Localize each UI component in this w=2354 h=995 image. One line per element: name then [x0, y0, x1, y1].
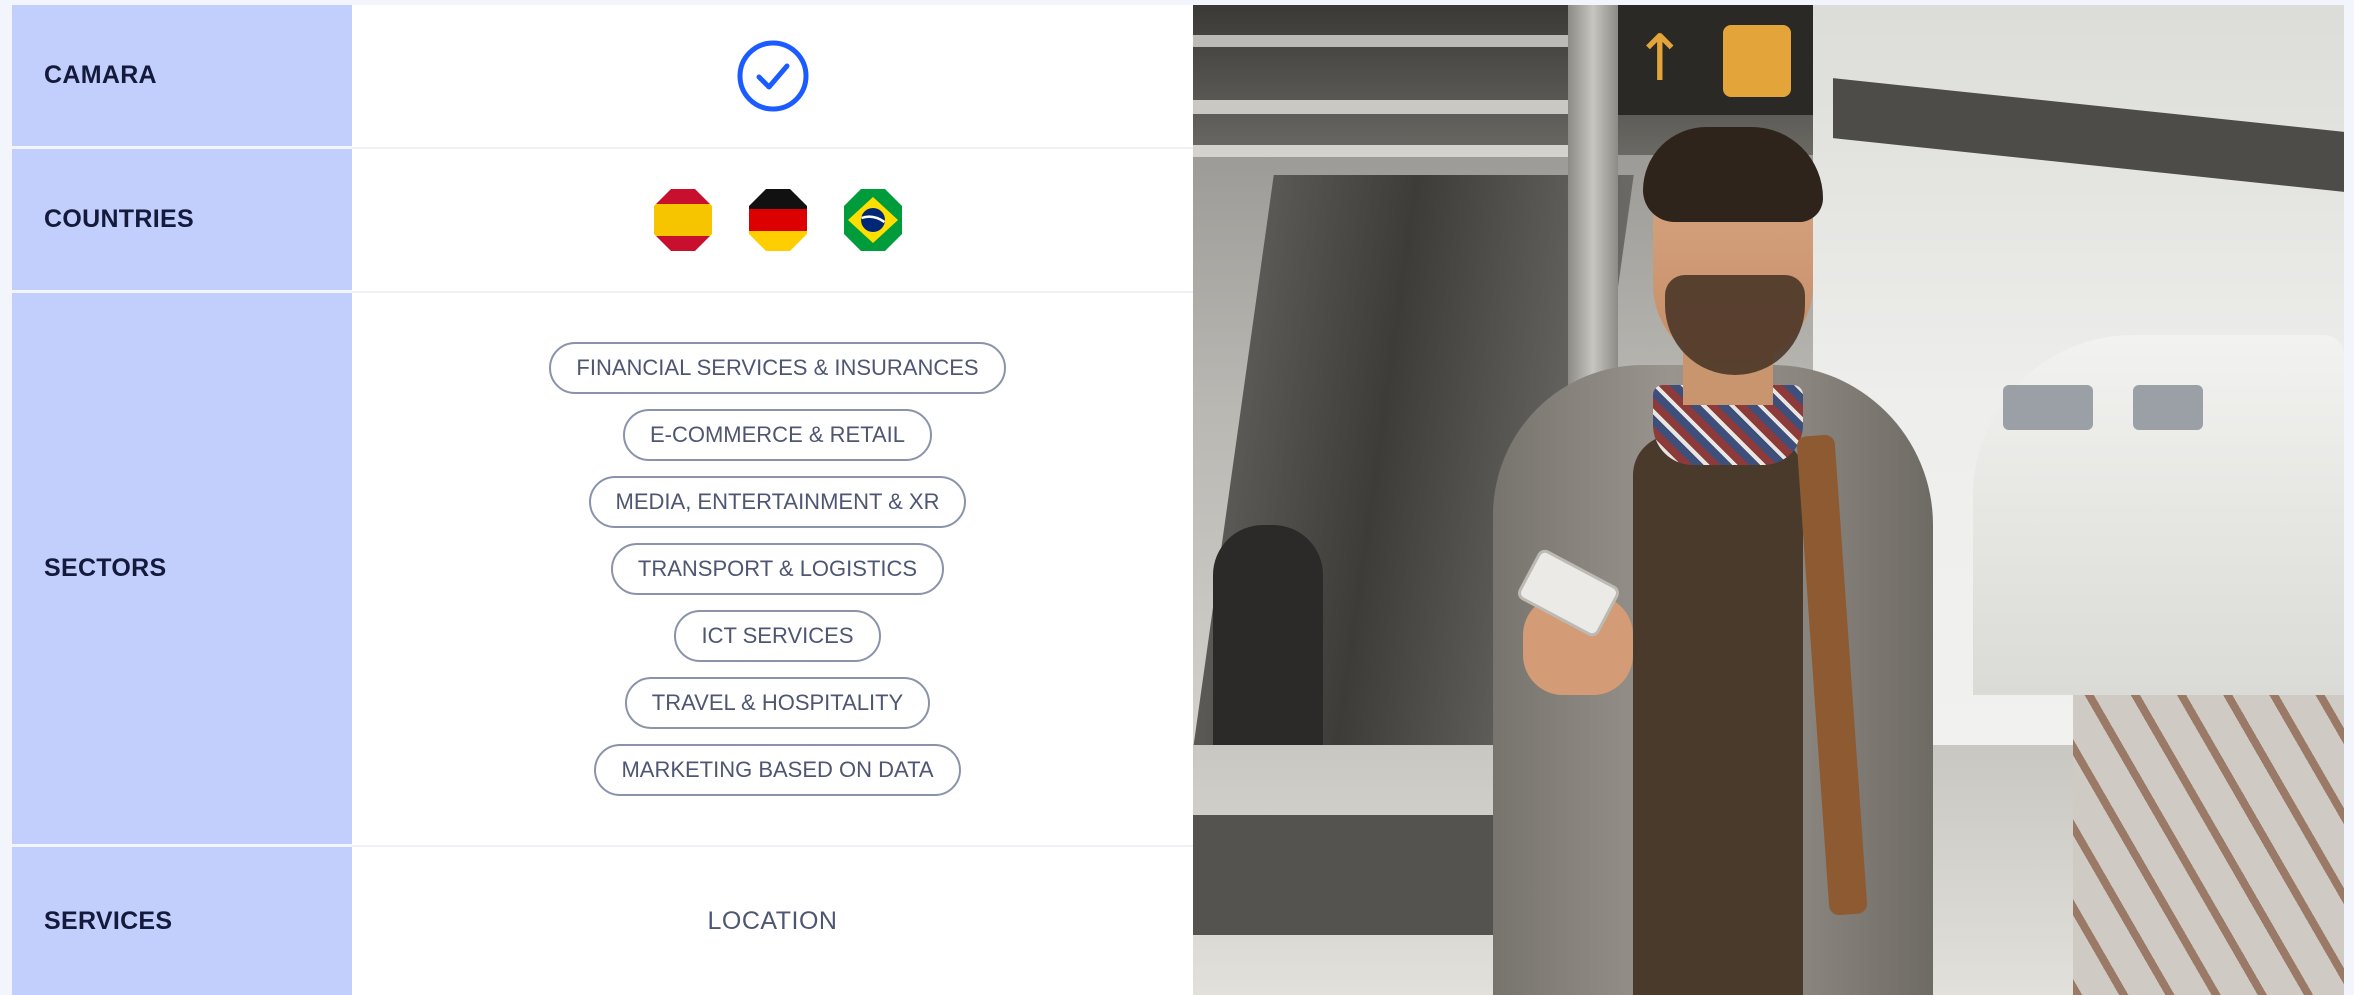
check-circle-icon	[736, 39, 810, 113]
photo-sign-arrow: ↑	[1633, 22, 1687, 96]
page: CAMARA COUNTRIES SECTORS FINANCIAL SERVI…	[0, 0, 2354, 995]
photo-ceiling-beam	[1193, 100, 1573, 114]
spain-flag-icon	[653, 189, 712, 251]
sector-pill-ecommerce-retail[interactable]: E-COMMERCE & RETAIL	[622, 409, 933, 461]
photo-rails	[2073, 695, 2344, 995]
row-value-countries	[352, 149, 1193, 293]
row-value-sectors: FINANCIAL SERVICES & INSURANCES E-COMMER…	[352, 293, 1193, 847]
sector-pill-ict-services[interactable]: ICT SERVICES	[674, 610, 881, 662]
row-value-services: LOCATION	[352, 847, 1193, 995]
photo-ceiling-beam	[1193, 145, 1573, 157]
flag-list	[652, 187, 904, 253]
brazil-flag-icon	[843, 189, 902, 251]
sector-list: FINANCIAL SERVICES & INSURANCES E-COMMER…	[549, 342, 1006, 796]
row-label-sectors: SECTORS	[12, 293, 352, 847]
row-label-camara: CAMARA	[12, 5, 352, 149]
info-table: CAMARA COUNTRIES SECTORS FINANCIAL SERVI…	[12, 5, 1193, 995]
row-label-countries: COUNTRIES	[12, 149, 352, 293]
man-with-smartphone-photo: ↑	[1193, 5, 2344, 995]
photo-escalator-rail	[1213, 525, 1323, 755]
sector-pill-travel-hospitality[interactable]: TRAVEL & HOSPITALITY	[624, 677, 931, 729]
photo-train-window	[2133, 385, 2203, 430]
row-label-services: SERVICES	[12, 847, 352, 995]
sector-pill-transport-logistics[interactable]: TRANSPORT & LOGISTICS	[610, 543, 945, 595]
sector-pill-financial-services[interactable]: FINANCIAL SERVICES & INSURANCES	[549, 342, 1006, 394]
sector-pill-marketing-data[interactable]: MARKETING BASED ON DATA	[594, 744, 961, 796]
photo-sign-symbol	[1723, 25, 1791, 97]
germany-flag-icon	[748, 189, 807, 251]
services-value: LOCATION	[707, 906, 838, 935]
row-value-camara	[352, 5, 1193, 149]
photo-man-sweater	[1633, 435, 1803, 995]
photo-train-window	[2003, 385, 2093, 430]
photo-ceiling-beam	[1193, 35, 1573, 47]
sector-pill-media-entertainment[interactable]: MEDIA, ENTERTAINMENT & XR	[588, 476, 967, 528]
